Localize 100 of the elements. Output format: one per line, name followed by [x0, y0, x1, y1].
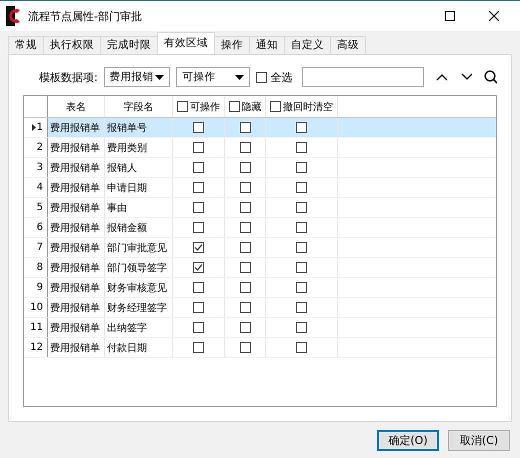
- tab[interactable]: 高级: [330, 36, 366, 54]
- checkbox[interactable]: [296, 202, 307, 213]
- table-row[interactable]: 12 费用报销单 付款日期: [24, 338, 496, 358]
- checkbox[interactable]: [240, 122, 250, 133]
- checkbox[interactable]: [193, 262, 204, 273]
- table-cell-text: 费用类别: [107, 142, 147, 154]
- checkbox[interactable]: [296, 122, 307, 133]
- table-cell-text: 部门审批意见: [107, 242, 167, 254]
- current-row-icon: [32, 124, 36, 131]
- checkbox[interactable]: [240, 262, 250, 273]
- tab[interactable]: 常规: [8, 36, 44, 54]
- row-number: 4: [36, 182, 43, 193]
- table-row[interactable]: 9 费用报销单 财务审核意见: [24, 278, 496, 298]
- row-number: 9: [36, 282, 43, 293]
- checkbox[interactable]: [240, 182, 250, 193]
- checkbox[interactable]: [240, 282, 250, 293]
- checkbox[interactable]: [193, 342, 204, 353]
- row-number: 7: [36, 242, 43, 253]
- column-checkbox[interactable]: [177, 101, 188, 112]
- checkbox[interactable]: [193, 242, 204, 253]
- row-number: 6: [36, 222, 43, 233]
- checkbox[interactable]: [193, 302, 204, 313]
- column-header: 表名: [66, 100, 86, 114]
- table-cell-text: 费用报销单: [50, 182, 100, 194]
- table-cell-text: 付款日期: [107, 342, 147, 354]
- template-dropdown[interactable]: 费用报销: [104, 67, 170, 87]
- ok-button[interactable]: 确定(O): [377, 430, 439, 451]
- maximize-icon[interactable]: [445, 11, 455, 21]
- checkbox[interactable]: [240, 242, 250, 253]
- table-row[interactable]: 3 费用报销单 报销人: [24, 158, 496, 178]
- checkbox[interactable]: [256, 72, 268, 82]
- table-row[interactable]: 11 费用报销单 出纳签字: [24, 318, 496, 338]
- table-cell-text: 费用报销单: [50, 242, 100, 254]
- checkbox[interactable]: [296, 222, 307, 233]
- search-icon[interactable]: [484, 70, 498, 84]
- table-cell-text: 费用报销单: [50, 302, 100, 314]
- checkbox[interactable]: [240, 322, 250, 333]
- tab[interactable]: 有效区域: [157, 32, 215, 54]
- table-cell-text: 费用报销单: [50, 282, 100, 294]
- checkbox[interactable]: [296, 282, 307, 293]
- close-icon[interactable]: [489, 11, 499, 21]
- row-number: 3: [36, 162, 43, 173]
- table-cell-text: 费用报销单: [50, 262, 100, 274]
- table-cell-text: 财务经理签字: [107, 302, 167, 314]
- table-cell-text: 费用报销单: [50, 162, 100, 174]
- table-row[interactable]: 10 费用报销单 财务经理签字: [24, 298, 496, 318]
- table-cell-text: 费用报销单: [50, 342, 100, 354]
- table-row[interactable]: 6 费用报销单 报销金额: [24, 218, 496, 238]
- checkbox[interactable]: [193, 222, 204, 233]
- table-cell-text: 费用报销单: [50, 222, 100, 234]
- table-cell-text: 费用报销单: [50, 142, 100, 154]
- column-checkbox[interactable]: [228, 101, 240, 112]
- checkbox[interactable]: [240, 302, 250, 313]
- checkbox[interactable]: [296, 162, 307, 173]
- column-header: 字段名: [124, 100, 154, 114]
- column-header: 隐藏: [242, 100, 262, 114]
- column-header: 可操作: [190, 100, 220, 114]
- table-row[interactable]: 5 费用报销单 事由: [24, 198, 496, 218]
- checkbox[interactable]: [240, 162, 250, 173]
- table-row[interactable]: 4 费用报销单 申请日期: [24, 178, 496, 198]
- table-cell-text: 报销单号: [107, 122, 147, 134]
- row-number: 12: [30, 342, 43, 353]
- table-row[interactable]: 1 费用报销单 报销单号: [24, 118, 496, 138]
- search-field[interactable]: [302, 67, 424, 87]
- row-number: 10: [30, 302, 43, 313]
- table-row[interactable]: 8 费用报销单 部门领导签字: [24, 258, 496, 278]
- row-number: 11: [30, 322, 43, 333]
- checkbox[interactable]: [193, 142, 204, 153]
- checkbox[interactable]: [296, 142, 307, 153]
- checkbox[interactable]: [240, 142, 250, 153]
- table-cell-text: 出纳签字: [107, 322, 147, 334]
- checkbox[interactable]: [296, 342, 307, 353]
- mode-dropdown[interactable]: 可操作: [176, 67, 250, 87]
- row-number: 8: [36, 262, 43, 273]
- checkbox[interactable]: [296, 302, 307, 313]
- checkbox[interactable]: [296, 262, 307, 273]
- caret-icon: [235, 74, 244, 80]
- row-number: 1: [36, 122, 43, 133]
- checkbox[interactable]: [296, 182, 307, 193]
- checkbox[interactable]: [240, 202, 250, 213]
- checkbox[interactable]: [193, 202, 204, 213]
- window-title: 流程节点属性-部门审批: [28, 8, 143, 24]
- select-all-label: 全选: [270, 70, 292, 84]
- checkbox[interactable]: [240, 342, 250, 353]
- checkbox[interactable]: [240, 222, 250, 233]
- table-row[interactable]: 7 费用报销单 部门审批意见: [24, 238, 496, 258]
- checkbox[interactable]: [193, 122, 204, 133]
- column-header: 撤回时清空: [283, 100, 333, 114]
- checkbox[interactable]: [193, 322, 204, 333]
- checkbox[interactable]: [296, 242, 307, 253]
- row-number: 2: [36, 142, 43, 153]
- cancel-button[interactable]: 取消(C): [448, 430, 510, 451]
- checkbox[interactable]: [296, 322, 307, 333]
- table-row[interactable]: 2 费用报销单 费用类别: [24, 138, 496, 158]
- checkbox[interactable]: [193, 182, 204, 193]
- table-cell-text: 费用报销单: [50, 202, 100, 214]
- checkbox[interactable]: [193, 162, 204, 173]
- table-cell-text: 费用报销单: [50, 122, 100, 134]
- column-checkbox[interactable]: [270, 101, 281, 112]
- checkbox[interactable]: [193, 282, 204, 293]
